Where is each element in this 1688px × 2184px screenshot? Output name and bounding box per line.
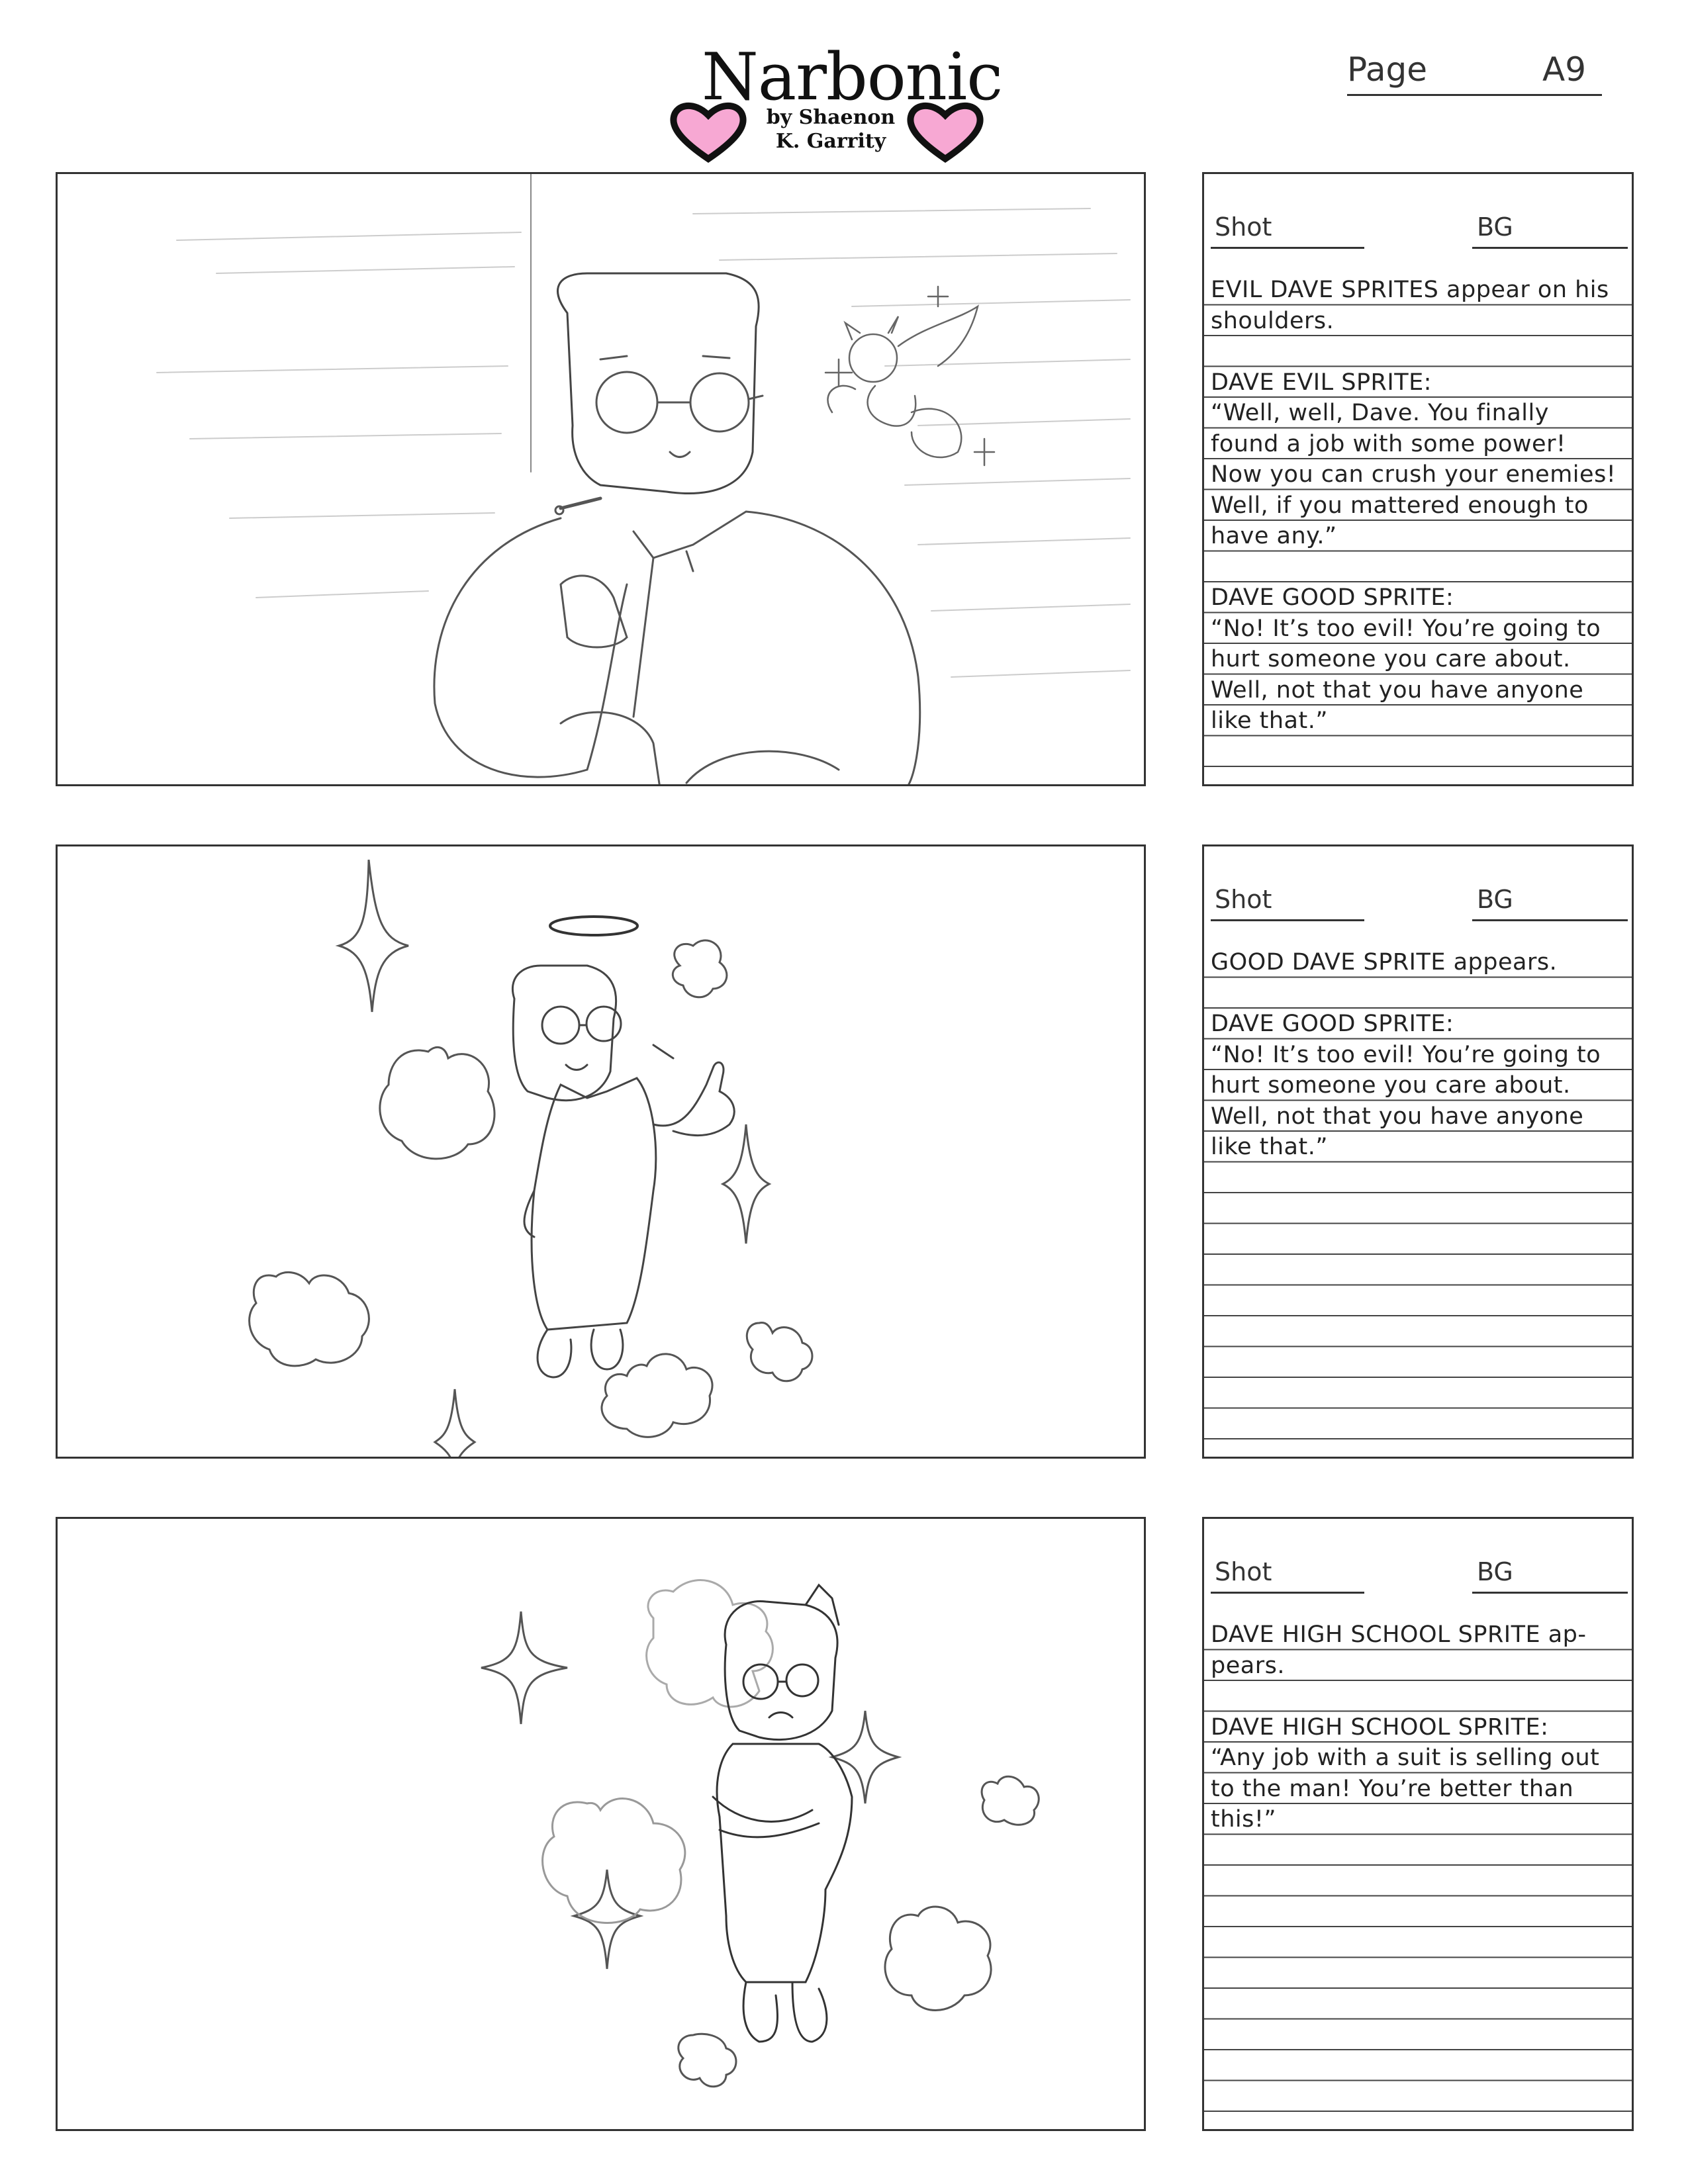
- bg-label: BG: [1477, 1557, 1513, 1586]
- shot-notes-2: Shot BG GOOD DAVE SPRITE appears. DAVE G…: [1202, 844, 1634, 1459]
- storyboard-frame-1: [56, 172, 1146, 786]
- script-line: DAVE HIGH SCHOOL SPRITE:: [1211, 1713, 1549, 1741]
- script-line: hurt someone you care about.: [1211, 1072, 1571, 1099]
- script-line: like that.”: [1211, 707, 1328, 734]
- script-text: EVIL DAVE SPRITES appear on his shoulder…: [1211, 275, 1634, 737]
- script-line: [1211, 1681, 1634, 1712]
- script-line: hurt someone you care about.: [1211, 646, 1571, 672]
- sketch-evil-sprite-scene: [156, 174, 1131, 784]
- script-text: DAVE HIGH SCHOOL SPRITE ap- pears. DAVE …: [1211, 1619, 1634, 1835]
- page-underline: [1347, 94, 1602, 96]
- bg-field[interactable]: [1472, 919, 1628, 921]
- script-line: to the man! You’re better than: [1211, 1775, 1574, 1802]
- bg-label: BG: [1477, 885, 1513, 914]
- script-text: GOOD DAVE SPRITE appears. DAVE GOOD SPRI…: [1211, 947, 1634, 1163]
- sketch-good-sprite-scene: [248, 859, 814, 1457]
- logo-byline-1: by Shaenon: [766, 106, 896, 129]
- script-line: “Any job with a suit is selling out: [1211, 1745, 1600, 1771]
- script-line: [1211, 552, 1634, 583]
- shot-field[interactable]: [1211, 1592, 1364, 1594]
- shot-notes-3: Shot BG DAVE HIGH SCHOOL SPRITE ap- pear…: [1202, 1517, 1634, 2131]
- script-line: EVIL DAVE SPRITES appear on his: [1211, 277, 1609, 303]
- script-line: GOOD DAVE SPRITE appears.: [1211, 949, 1558, 976]
- script-line: [1211, 978, 1634, 1009]
- bg-field[interactable]: [1472, 1592, 1628, 1594]
- script-line: have any.”: [1211, 523, 1337, 549]
- script-line: Well, not that you have anyone: [1211, 1103, 1584, 1130]
- logo-byline-2: K. Garrity: [775, 130, 886, 153]
- script-line: DAVE GOOD SPRITE:: [1211, 1011, 1454, 1037]
- page-number: A9: [1542, 50, 1587, 89]
- sketch-high-school-sprite-scene: [481, 1579, 1040, 2088]
- shot-notes-1: Shot BG EVIL DAVE SPRITES appear on his …: [1202, 172, 1634, 786]
- shot-field[interactable]: [1211, 919, 1364, 921]
- storyboard-frame-2: [56, 844, 1146, 1459]
- script-line: found a job with some power!: [1211, 430, 1566, 457]
- script-line: Well, not that you have anyone: [1211, 676, 1584, 704]
- script-line: DAVE GOOD SPRITE:: [1211, 584, 1454, 611]
- storyboard-frame-3: [56, 1517, 1146, 2131]
- script-line: this!”: [1211, 1806, 1277, 1833]
- bg-label: BG: [1477, 212, 1513, 242]
- script-line: [1211, 336, 1634, 367]
- script-line: “No! It’s too evil! You’re going to: [1211, 1041, 1601, 1068]
- shot-label: Shot: [1215, 212, 1272, 242]
- heart-icon: [907, 102, 984, 163]
- narbonic-logo: Narbonic by Shaenon K. Garrity: [669, 40, 1003, 163]
- script-line: pears.: [1211, 1652, 1285, 1679]
- logo-byline: by Shaenon K. Garrity: [748, 106, 914, 154]
- script-line: DAVE EVIL SPRITE:: [1211, 369, 1432, 396]
- script-line: “No! It’s too evil! You’re going to: [1211, 615, 1601, 642]
- script-line: Now you can crush your enemies!: [1211, 461, 1617, 488]
- shot-field[interactable]: [1211, 247, 1364, 249]
- script-line: Well, if you mattered enough to: [1211, 492, 1589, 519]
- script-line: shoulders.: [1211, 307, 1335, 334]
- script-line: DAVE HIGH SCHOOL SPRITE ap-: [1211, 1621, 1587, 1648]
- bg-field[interactable]: [1472, 247, 1628, 249]
- shot-label: Shot: [1215, 885, 1272, 914]
- script-line: like that.”: [1211, 1134, 1328, 1160]
- shot-label: Shot: [1215, 1557, 1272, 1586]
- page-label: Page: [1347, 50, 1428, 89]
- script-line: “Well, well, Dave. You finally: [1211, 400, 1549, 426]
